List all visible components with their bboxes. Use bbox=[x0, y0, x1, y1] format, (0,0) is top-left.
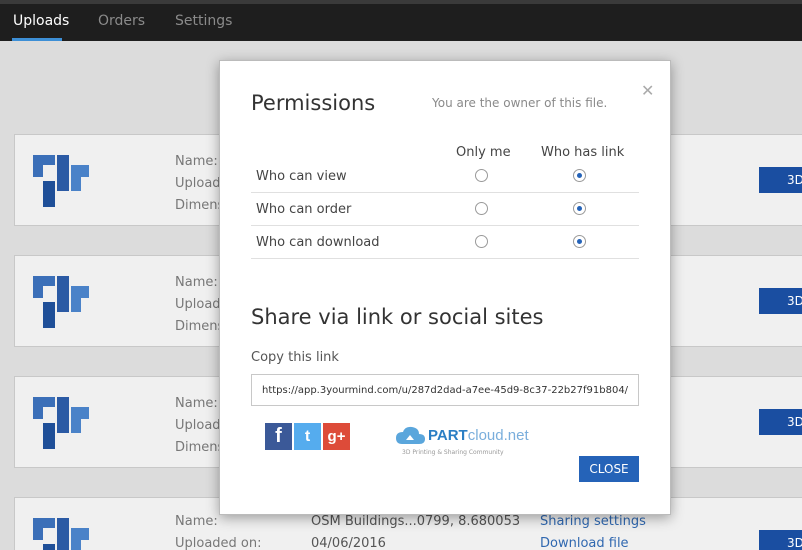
partcloud-name-cloud: cloud.net bbox=[467, 427, 529, 444]
cloud-icon bbox=[396, 426, 425, 444]
tab-uploads[interactable]: Uploads bbox=[13, 13, 69, 29]
uploaded-label: Uploaded on: bbox=[175, 536, 262, 550]
column-who-has-link: Who has link bbox=[541, 145, 625, 160]
partcloud-tagline: 3D Printing & Sharing Community bbox=[402, 449, 504, 456]
radio-download-only-me[interactable] bbox=[475, 235, 488, 248]
copy-link-label: Copy this link bbox=[251, 350, 339, 365]
card-labels: Name: Upload Dimens bbox=[175, 393, 224, 459]
view-3d-button[interactable]: 3D bbox=[759, 288, 802, 314]
google-plus-share-button[interactable]: g+ bbox=[323, 423, 350, 450]
twitter-share-button[interactable]: t bbox=[294, 423, 321, 450]
permission-row-order: Who can order bbox=[251, 193, 639, 226]
radio-view-who-has-link[interactable] bbox=[573, 169, 586, 182]
permission-label: Who can view bbox=[256, 169, 347, 184]
modal-title: Permissions bbox=[251, 91, 376, 115]
close-icon[interactable]: ✕ bbox=[641, 81, 654, 100]
top-nav: Uploads Orders Settings bbox=[0, 0, 802, 41]
facebook-share-button[interactable]: f bbox=[265, 423, 292, 450]
download-file-link[interactable]: Download file bbox=[540, 533, 646, 550]
partcloud-share-button[interactable]: PARTcloud.net 3D Printing & Sharing Comm… bbox=[394, 424, 534, 460]
radio-view-only-me[interactable] bbox=[475, 169, 488, 182]
tab-settings[interactable]: Settings bbox=[175, 13, 232, 29]
name-label: Name: bbox=[175, 154, 218, 169]
partcloud-logo-text: PARTcloud.net bbox=[428, 427, 529, 444]
radio-order-only-me[interactable] bbox=[475, 202, 488, 215]
view-3d-button[interactable]: 3D bbox=[759, 409, 802, 435]
uploaded-label: Upload bbox=[175, 297, 221, 312]
permission-label: Who can download bbox=[256, 235, 380, 250]
uploaded-label: Upload bbox=[175, 176, 221, 191]
model-thumbnail-icon[interactable] bbox=[29, 147, 93, 211]
radio-order-who-has-link[interactable] bbox=[573, 202, 586, 215]
permission-row-download: Who can download bbox=[251, 226, 639, 259]
name-label: Name: bbox=[175, 396, 218, 411]
card-values: OSM Buildings...0799, 8.680053 04/06/201… bbox=[311, 511, 520, 550]
dimensions-label: Dimens bbox=[175, 198, 225, 213]
permission-label: Who can order bbox=[256, 202, 352, 217]
owner-note: You are the owner of this file. bbox=[432, 96, 608, 110]
model-thumbnail-icon[interactable] bbox=[29, 268, 93, 332]
card-labels: Name: Uploaded on: bbox=[175, 511, 262, 550]
dimensions-label: Dimens bbox=[175, 319, 225, 334]
card-labels: Name: Upload Dimens bbox=[175, 272, 224, 338]
view-3d-button[interactable]: 3D bbox=[759, 167, 802, 193]
close-button[interactable]: CLOSE bbox=[579, 456, 639, 482]
radio-download-who-has-link[interactable] bbox=[573, 235, 586, 248]
name-label: Name: bbox=[175, 275, 218, 290]
model-thumbnail-icon[interactable] bbox=[29, 389, 93, 453]
model-thumbnail-icon[interactable] bbox=[29, 510, 93, 550]
permissions-modal: ✕ Permissions You are the owner of this … bbox=[219, 60, 671, 515]
dimensions-label: Dimens bbox=[175, 440, 225, 455]
view-3d-button[interactable]: 3D bbox=[759, 530, 802, 550]
partcloud-name-part: PART bbox=[428, 427, 468, 444]
share-title: Share via link or social sites bbox=[251, 305, 544, 329]
card-labels: Name: Upload Dimens bbox=[175, 151, 224, 217]
uploaded-value: 04/06/2016 bbox=[311, 536, 386, 550]
share-link-input[interactable] bbox=[251, 374, 639, 406]
column-only-me: Only me bbox=[456, 145, 511, 160]
uploaded-label: Upload bbox=[175, 418, 221, 433]
permission-row-view: Who can view bbox=[251, 160, 639, 193]
card-links: Sharing settings Download file bbox=[540, 511, 646, 550]
tab-orders[interactable]: Orders bbox=[98, 13, 145, 29]
